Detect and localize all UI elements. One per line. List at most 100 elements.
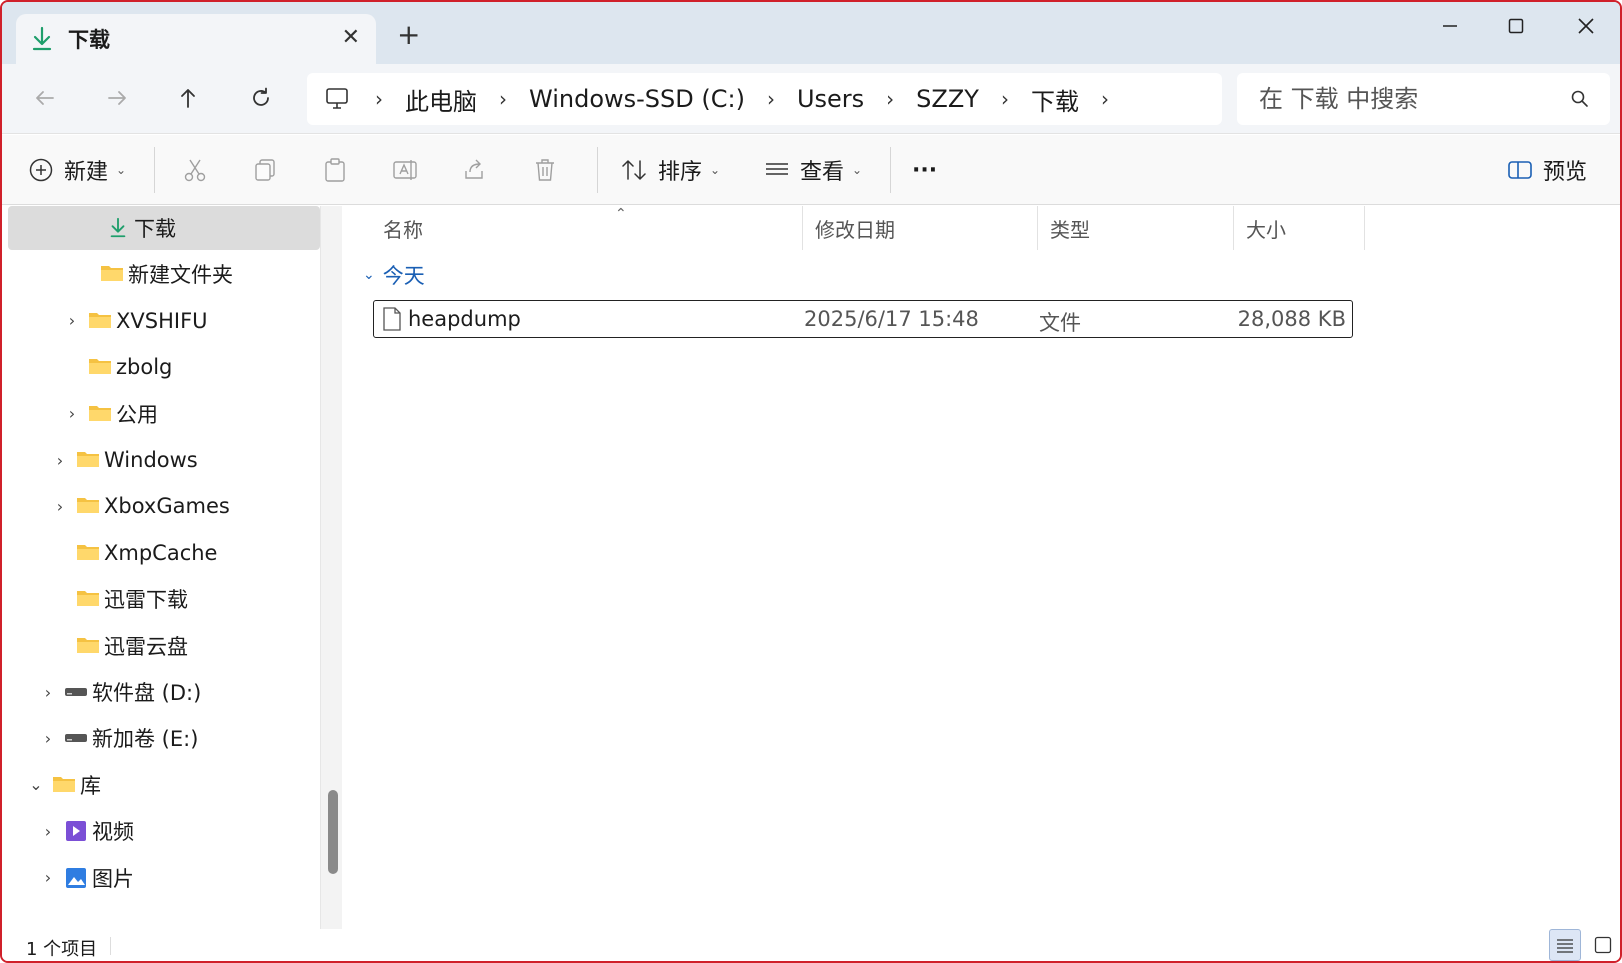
up-button[interactable] [168, 78, 208, 118]
new-button[interactable]: 新建 ⌄ [28, 151, 126, 189]
sidebar-item-label: 公用 [116, 402, 158, 427]
chevron-right-icon[interactable]: › [64, 404, 80, 423]
sidebar-item[interactable]: › 软件盘 (D:) [8, 670, 320, 714]
preview-pane-icon [1508, 161, 1532, 179]
sidebar-item-label: XboxGames [104, 494, 230, 519]
sidebar-item[interactable]: › Windows [8, 438, 320, 482]
column-header-label: 类型 [1050, 217, 1090, 242]
drive-icon [64, 681, 88, 701]
sidebar-item[interactable]: › 公用 [8, 392, 320, 436]
sidebar-item[interactable]: ⌄ 库 [8, 763, 320, 807]
breadcrumb-downloads[interactable]: 下载 [1027, 82, 1083, 117]
new-tab-button[interactable]: + [397, 20, 420, 50]
sidebar-item[interactable]: › 新加卷 (E:) [8, 716, 320, 760]
view-label: 查看 [800, 160, 845, 185]
search-input[interactable] [1259, 85, 1559, 113]
group-header-today[interactable]: ⌄ 今天 [363, 258, 425, 292]
sidebar-item[interactable]: › XVSHIFU [8, 299, 320, 343]
breadcrumb-this-pc[interactable]: 此电脑 [401, 82, 481, 117]
sidebar-item[interactable]: 新建文件夹 [8, 252, 320, 296]
navigation-pane: 下载 新建文件夹 › XVSHIFU zbolg › 公用 › Windows › XboxGame… [2, 206, 342, 929]
file-list: 名称 ⌃ 修改日期 类型 大小 ⌄ 今天 heapdump 2025/6/17 … [347, 206, 1620, 929]
chevron-down-icon: ⌄ [363, 267, 375, 283]
computer-icon[interactable] [325, 87, 351, 111]
download-icon [32, 26, 52, 51]
rename-button[interactable] [392, 151, 418, 189]
back-button[interactable] [25, 78, 65, 118]
toolbar-divider [597, 147, 598, 193]
copy-button[interactable] [252, 151, 278, 189]
sidebar-item-label: 新建文件夹 [128, 263, 233, 288]
breadcrumb-separator[interactable]: › [983, 87, 1027, 111]
folder-icon [76, 449, 100, 469]
sort-label: 排序 [658, 160, 703, 185]
share-button[interactable] [462, 151, 488, 189]
cut-button[interactable] [182, 151, 208, 189]
minimize-button[interactable] [1422, 8, 1478, 44]
column-header-type[interactable]: 类型 [1038, 206, 1234, 250]
arrow-left-icon [36, 91, 54, 105]
breadcrumb-separator[interactable]: › [481, 87, 525, 111]
chevron-right-icon[interactable]: › [40, 683, 56, 702]
sort-button[interactable]: 排序 ⌄ [620, 151, 720, 189]
breadcrumb-users[interactable]: Users [793, 85, 868, 113]
address-row: › 此电脑 › Windows-SSD (C:) › Users › SZZY … [2, 64, 1620, 134]
breadcrumb-szzy[interactable]: SZZY [912, 85, 983, 113]
sidebar-item[interactable]: › 图片 [8, 856, 320, 900]
folder-icon [76, 542, 100, 562]
column-header-size[interactable]: 大小 [1234, 206, 1365, 250]
chevron-right-icon[interactable]: › [40, 868, 56, 887]
close-icon [1578, 18, 1594, 34]
close-window-button[interactable] [1558, 8, 1614, 44]
forward-button[interactable] [97, 78, 137, 118]
status-bar: 1 个项目 [2, 929, 1620, 961]
sidebar-item[interactable]: XmpCache [8, 531, 320, 575]
breadcrumb-c-drive[interactable]: Windows-SSD (C:) [525, 85, 749, 113]
sidebar-item[interactable]: 迅雷下载 [8, 577, 320, 621]
arrow-up-icon [181, 89, 195, 108]
sidebar-item[interactable]: › 视频 [8, 809, 320, 853]
chevron-down-icon: ⌄ [710, 163, 721, 177]
breadcrumb-separator[interactable]: › [749, 87, 793, 111]
sort-ascending-icon: ⌃ [615, 206, 627, 222]
breadcrumb-separator[interactable]: › [1083, 87, 1127, 111]
column-header-name[interactable]: 名称 ⌃ [371, 206, 803, 250]
folder-icon [100, 263, 124, 283]
search-box[interactable] [1237, 73, 1610, 125]
sidebar-item[interactable]: 下载 [8, 206, 320, 250]
breadcrumb-separator[interactable]: › [868, 87, 912, 111]
chevron-down-icon: ⌄ [116, 163, 127, 177]
breadcrumb[interactable]: › 此电脑 › Windows-SSD (C:) › Users › SZZY … [307, 73, 1222, 125]
search-icon[interactable] [1570, 89, 1590, 109]
details-view-button[interactable] [1549, 929, 1581, 961]
sidebar-item-label: 迅雷云盘 [104, 634, 188, 659]
tab-close-button[interactable]: ✕ [342, 25, 360, 50]
picture-icon [64, 867, 88, 888]
preview-pane-button[interactable]: 预览 [1507, 151, 1587, 189]
sidebar-item[interactable]: 迅雷云盘 [8, 624, 320, 668]
list-view-icon [766, 163, 788, 175]
view-button[interactable]: 查看 ⌄ [764, 151, 862, 189]
chevron-right-icon[interactable]: › [52, 451, 68, 470]
chevron-down-icon[interactable]: ⌄ [28, 775, 44, 794]
sidebar-scrollbar-thumb[interactable] [328, 790, 338, 874]
more-options-button[interactable]: ··· [912, 151, 937, 189]
refresh-button[interactable] [241, 78, 281, 118]
sidebar-item[interactable]: › XboxGames [8, 484, 320, 528]
large-icons-view-button[interactable] [1587, 929, 1619, 961]
maximize-button[interactable] [1488, 8, 1544, 44]
tab-downloads[interactable]: 下载 ✕ [16, 14, 376, 64]
chevron-right-icon[interactable]: › [52, 497, 68, 516]
delete-button[interactable] [532, 151, 558, 189]
sidebar-item-label: XVSHIFU [116, 308, 208, 333]
chevron-right-icon[interactable]: › [40, 729, 56, 748]
paste-button[interactable] [322, 151, 348, 189]
chevron-right-icon[interactable]: › [64, 311, 80, 330]
rename-icon [393, 160, 417, 180]
sidebar-item[interactable]: zbolg [8, 345, 320, 389]
item-count: 1 个项目 [26, 939, 98, 960]
column-header-date[interactable]: 修改日期 [803, 206, 1038, 250]
breadcrumb-separator[interactable]: › [357, 87, 401, 111]
chevron-right-icon[interactable]: › [40, 822, 56, 841]
file-row[interactable]: heapdump 2025/6/17 15:48 文件 28,088 KB [373, 300, 1353, 338]
